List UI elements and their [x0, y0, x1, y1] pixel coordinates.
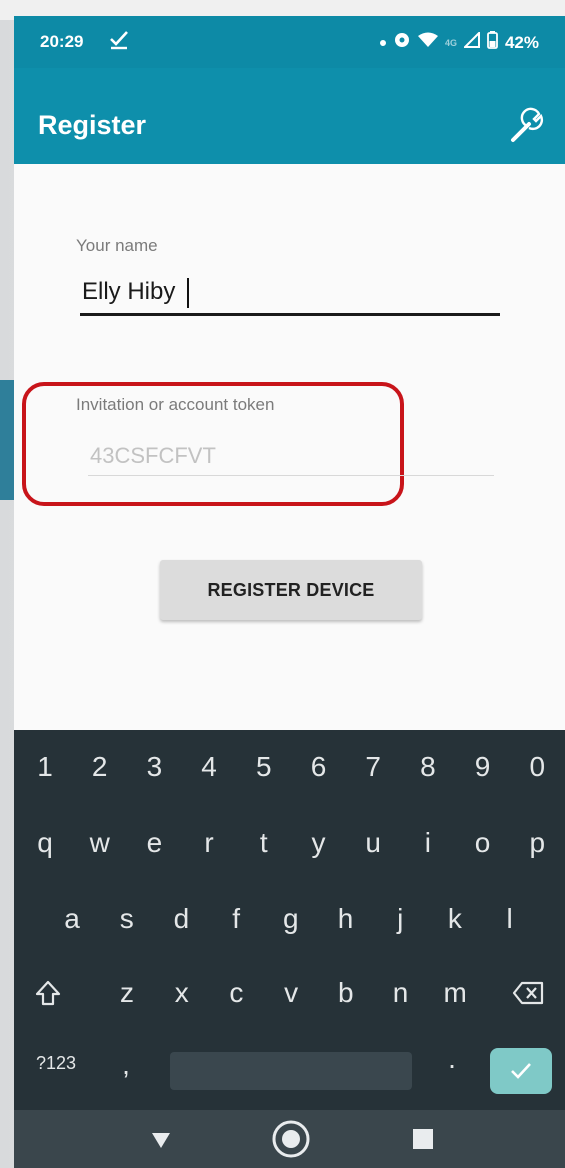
letter-key[interactable]: f — [209, 884, 263, 954]
letter-key[interactable]: k — [428, 884, 482, 954]
check-icon — [511, 1063, 531, 1079]
number-key[interactable]: 4 — [182, 732, 236, 802]
lte-icon: 4G — [444, 37, 457, 48]
back-icon[interactable] — [146, 1124, 176, 1154]
token-input[interactable] — [88, 436, 494, 476]
register-form: Your name Invitation or account token RE… — [14, 164, 565, 730]
keyboard-row-numbers: 1234567890 — [14, 732, 565, 802]
letter-key[interactable]: y — [292, 808, 346, 878]
space-key[interactable] — [170, 1052, 412, 1090]
letter-key[interactable]: s — [100, 884, 154, 954]
enter-key[interactable] — [490, 1048, 552, 1094]
keyboard: 1234567890 qwertyuiop asdfghjkl zxcvbnm … — [14, 730, 565, 1110]
letter-key[interactable]: a — [45, 884, 99, 954]
number-key[interactable]: 3 — [127, 732, 181, 802]
letter-key[interactable]: x — [155, 958, 209, 1028]
letter-key[interactable]: h — [319, 884, 373, 954]
name-label: Your name — [76, 236, 158, 255]
letter-key[interactable]: d — [154, 884, 208, 954]
keyboard-row-top: qwertyuiop — [14, 808, 565, 878]
home-icon[interactable] — [270, 1118, 312, 1160]
letter-key[interactable]: z — [100, 958, 154, 1028]
phone-screen: 20:29 4G 42% Register Your name Elly Hib… — [14, 16, 565, 1168]
letter-key[interactable]: o — [456, 808, 510, 878]
letter-key[interactable]: m — [428, 958, 482, 1028]
name-input[interactable] — [80, 270, 500, 316]
letter-key[interactable]: e — [127, 808, 181, 878]
letter-key[interactable]: v — [264, 958, 318, 1028]
period-key[interactable]: . — [432, 1024, 472, 1094]
letter-key[interactable]: b — [319, 958, 373, 1028]
keyboard-row-bottom: zxcvbnm — [14, 958, 565, 1028]
letter-key[interactable]: q — [18, 808, 72, 878]
number-key[interactable]: 1 — [18, 732, 72, 802]
signal-icon — [462, 30, 480, 53]
wrench-icon[interactable] — [507, 106, 547, 146]
letter-key[interactable]: r — [182, 808, 236, 878]
page-title: Register — [38, 110, 147, 140]
battery-percent: 42% — [504, 32, 539, 52]
number-key[interactable]: 8 — [401, 732, 455, 802]
symbols-key[interactable]: ?123 — [26, 1028, 86, 1098]
keyboard-row-middle: asdfghjkl — [14, 884, 565, 954]
app-bar: Register — [14, 68, 565, 164]
letter-key[interactable]: p — [510, 808, 564, 878]
text-cursor — [187, 278, 189, 308]
number-key[interactable]: 5 — [237, 732, 291, 802]
status-time: 20:29 — [40, 32, 84, 51]
download-done-icon — [108, 28, 130, 56]
comma-key[interactable]: , — [106, 1030, 146, 1100]
shift-key-icon[interactable] — [18, 958, 78, 1028]
dot-icon — [379, 39, 386, 46]
status-icons: 4G 42% — [379, 30, 539, 54]
letter-key[interactable]: g — [264, 884, 318, 954]
register-device-button[interactable]: REGISTER DEVICE — [160, 560, 422, 620]
letter-key[interactable]: j — [373, 884, 427, 954]
letter-key[interactable]: t — [237, 808, 291, 878]
keyboard-row-space: ?123 , . — [14, 1034, 565, 1104]
wifi-icon — [417, 32, 438, 53]
status-bar: 20:29 4G 42% — [14, 16, 565, 68]
battery-icon — [487, 31, 498, 54]
letter-key[interactable]: u — [346, 808, 400, 878]
navigation-bar — [14, 1110, 565, 1168]
recents-icon[interactable] — [408, 1124, 438, 1154]
letter-key[interactable]: w — [73, 808, 127, 878]
backspace-key-icon[interactable] — [498, 958, 558, 1028]
letter-key[interactable]: c — [209, 958, 263, 1028]
token-label: Invitation or account token — [76, 395, 275, 414]
data-saver-icon — [393, 31, 411, 54]
number-key[interactable]: 6 — [292, 732, 346, 802]
number-key[interactable]: 9 — [456, 732, 510, 802]
letter-key[interactable]: n — [374, 958, 428, 1028]
number-key[interactable]: 2 — [73, 732, 127, 802]
number-key[interactable]: 7 — [346, 732, 400, 802]
letter-key[interactable]: l — [483, 884, 537, 954]
letter-key[interactable]: i — [401, 808, 455, 878]
background-edge — [0, 380, 14, 500]
number-key[interactable]: 0 — [510, 732, 564, 802]
